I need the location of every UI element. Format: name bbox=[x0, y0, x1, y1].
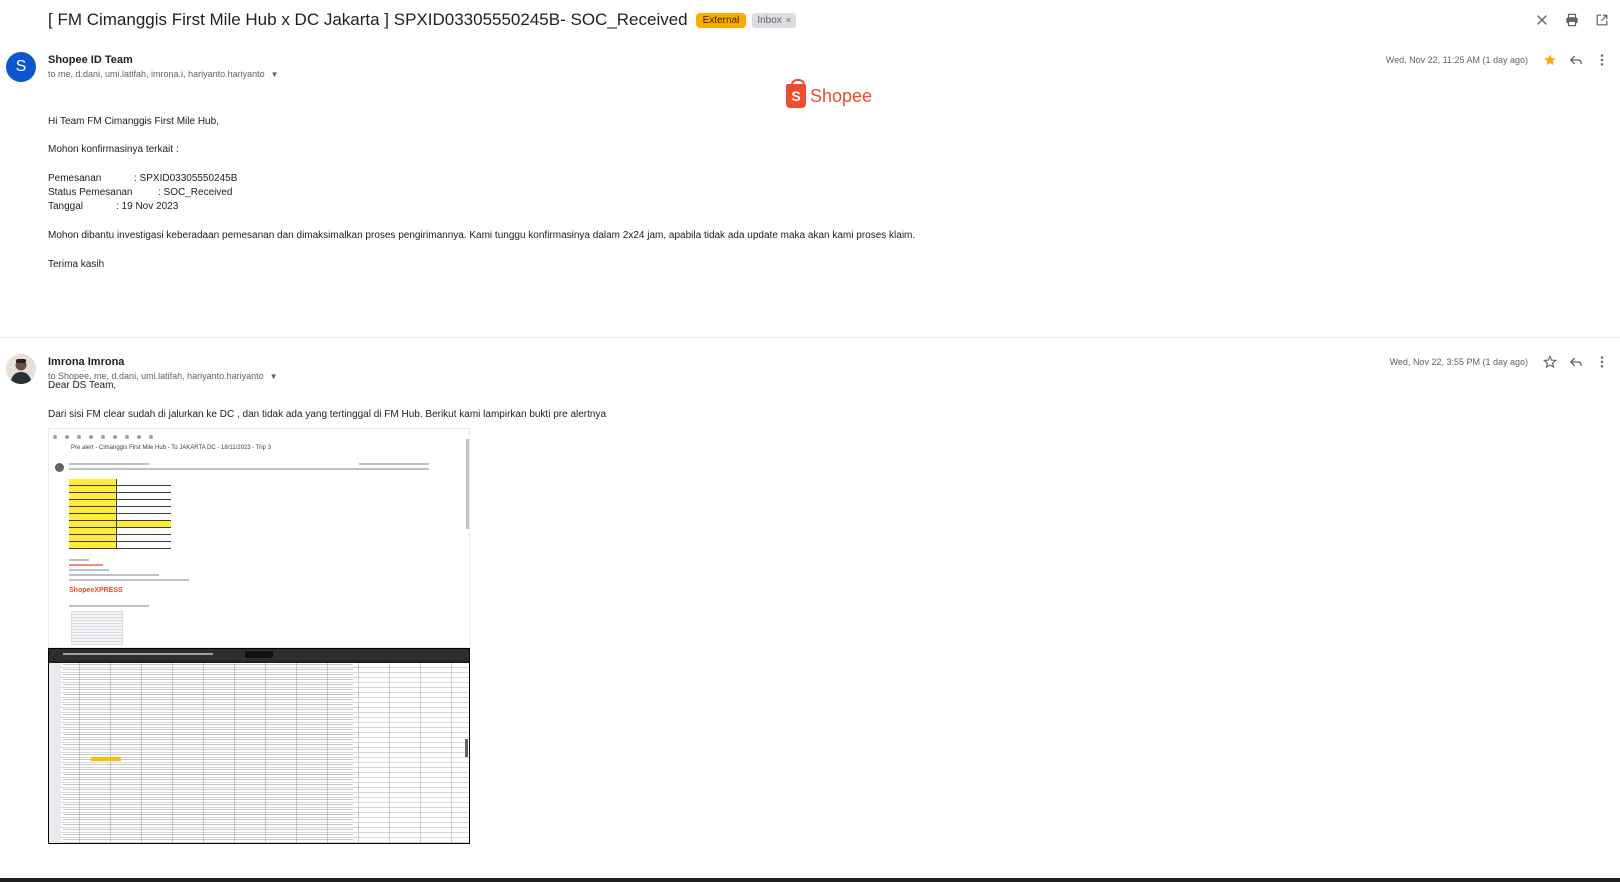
message-body: Dari sisi FM clear sudah di jalurkan ke … bbox=[48, 409, 607, 420]
field-label: Status Pemesanan bbox=[48, 187, 133, 198]
avatar[interactable] bbox=[6, 354, 36, 384]
greeting: Hi Team FM Cimanggis First Mile Hub, bbox=[48, 116, 219, 127]
open-in-new-icon[interactable] bbox=[1594, 12, 1610, 28]
shopee-logo: S Shopee bbox=[786, 79, 873, 108]
close-icon[interactable] bbox=[1534, 12, 1550, 28]
message-date: Wed, Nov 22, 11:25 AM (1 day ago) bbox=[1385, 55, 1528, 65]
field-status: Status Pemesanan : SOC_Received bbox=[48, 187, 232, 198]
field-label: Pemesanan bbox=[48, 173, 102, 184]
embedded-text-line bbox=[359, 463, 429, 465]
avatar[interactable]: S bbox=[6, 52, 36, 82]
recipients-line[interactable]: to me, d.dani, umi.latifah, imrona.i, ha… bbox=[48, 69, 279, 79]
embedded-text-line bbox=[69, 463, 149, 465]
external-badge: External bbox=[695, 12, 747, 28]
message-shopee: S Shopee ID Team to me, d.dani, umi.lati… bbox=[0, 46, 1620, 338]
embedded-text-line bbox=[69, 605, 149, 607]
embedded-avatar bbox=[55, 463, 64, 472]
embedded-attachment-thumbnail bbox=[71, 611, 123, 645]
spreadsheet-row-numbers bbox=[49, 663, 61, 843]
print-icon[interactable] bbox=[1564, 12, 1580, 28]
message-date: Wed, Nov 22, 3:55 PM (1 day ago) bbox=[1389, 357, 1528, 367]
remove-label-icon[interactable]: × bbox=[786, 15, 791, 25]
shopee-bag-icon: S bbox=[786, 79, 806, 108]
embedded-text-line bbox=[69, 468, 429, 470]
bottom-edge bbox=[0, 878, 1620, 882]
message-imrona: Imrona Imrona to Shopee, me, d.dani, umi… bbox=[0, 348, 1620, 870]
sender-name[interactable]: Shopee ID Team bbox=[48, 54, 133, 66]
message-meta: Wed, Nov 22, 11:25 AM (1 day ago) bbox=[1386, 52, 1610, 68]
embedded-yellow-table bbox=[69, 479, 171, 549]
intro-text: Mohon konfirmasinya terkait : bbox=[48, 144, 179, 155]
greeting: Dear DS Team, bbox=[48, 380, 117, 391]
thread-actions bbox=[1534, 12, 1610, 28]
subject-line: [ FM Cimanggis First Mile Hub x DC Jakar… bbox=[48, 10, 797, 30]
thread-header: [ FM Cimanggis First Mile Hub x DC Jakar… bbox=[0, 0, 1620, 44]
embedded-shopee-xpress-logo: ShopeeXPRESS bbox=[69, 587, 123, 594]
embedded-toolbar bbox=[53, 432, 463, 442]
field-date: Tanggal : 19 Nov 2023 bbox=[48, 201, 178, 212]
closing-text: Terima kasih bbox=[48, 259, 105, 270]
reply-icon[interactable] bbox=[1568, 354, 1584, 370]
chevron-down-icon[interactable]: ▼ bbox=[271, 70, 279, 79]
email-subject: [ FM Cimanggis First Mile Hub x DC Jakar… bbox=[48, 10, 688, 29]
embedded-signature bbox=[69, 559, 189, 584]
attachment-screenshot-spreadsheet[interactable] bbox=[48, 648, 470, 844]
more-vert-icon[interactable] bbox=[1594, 52, 1610, 68]
attachment-screenshot-email[interactable]: Pre alert - Cimanggis First Mile Hub - T… bbox=[48, 428, 470, 648]
recipients-text: to me, d.dani, umi.latifah, imrona.i, ha… bbox=[48, 69, 265, 79]
inbox-label[interactable]: Inbox × bbox=[752, 12, 797, 28]
field-order: Pemesanan : SPXID03305550245B bbox=[48, 173, 237, 184]
message-meta: Wed, Nov 22, 3:55 PM (1 day ago) bbox=[1390, 354, 1610, 370]
chevron-down-icon[interactable]: ▼ bbox=[270, 372, 278, 381]
field-label: Tanggal bbox=[48, 201, 84, 212]
spreadsheet-rows bbox=[63, 663, 353, 843]
spreadsheet-titlebar bbox=[49, 649, 469, 661]
inbox-label-text: Inbox bbox=[757, 14, 782, 26]
star-icon[interactable] bbox=[1542, 52, 1558, 68]
spreadsheet-scrollbar bbox=[465, 739, 468, 757]
field-value: : 19 Nov 2023 bbox=[116, 201, 179, 212]
field-value: : SPXID03305550245B bbox=[134, 173, 238, 184]
more-vert-icon[interactable] bbox=[1594, 354, 1610, 370]
field-value: : SOC_Received bbox=[158, 187, 233, 198]
reply-icon[interactable] bbox=[1568, 52, 1584, 68]
embedded-scrollbar bbox=[466, 439, 469, 529]
spreadsheet-highlighted-cell bbox=[91, 757, 121, 761]
message-body: Mohon dibantu investigasi keberadaan pem… bbox=[48, 230, 916, 241]
embedded-email-title: Pre alert - Cimanggis First Mile Hub - T… bbox=[71, 445, 271, 451]
sender-name[interactable]: Imrona Imrona bbox=[48, 356, 124, 368]
shopee-logo-text: Shopee bbox=[810, 85, 873, 106]
star-icon[interactable] bbox=[1542, 354, 1558, 370]
